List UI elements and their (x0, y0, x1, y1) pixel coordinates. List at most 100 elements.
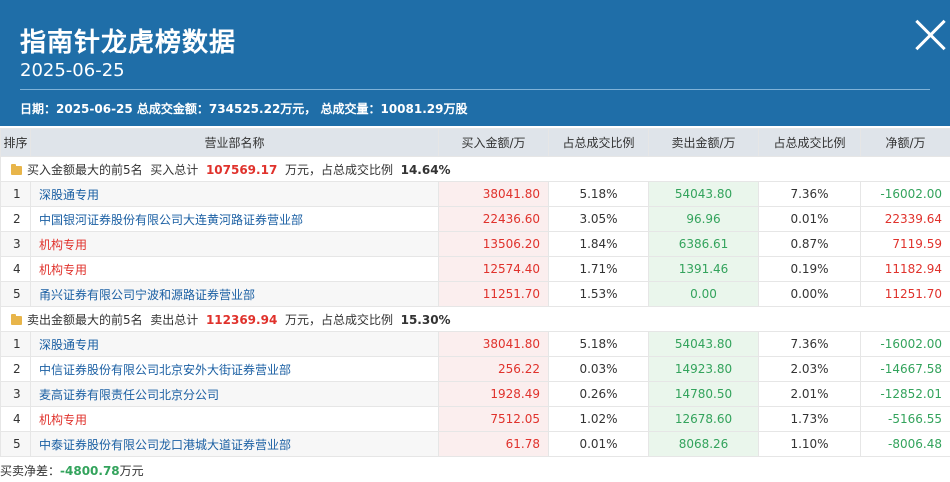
section-total: 112369.94 (205, 312, 278, 327)
folder-icon (11, 163, 22, 175)
buy-amount-cell: 12574.40 (438, 256, 549, 282)
branch-link[interactable]: 中泰证券股份有限公司龙口港城大道证券营业部 (30, 431, 439, 457)
table-row: 2 中信证券股份有限公司北京安外大街证券营业部 256.22 0.03% 14923.8… (0, 356, 950, 382)
buy-ratio-cell: 1.71% (548, 256, 649, 282)
section-label: 买入金额最大的前5名 (27, 162, 143, 177)
table-row: 4 机构专用 12574.40 1.71% 1391.46 0.19% 11182.94 (0, 256, 950, 282)
buy-ratio-cell: 0.26% (548, 381, 649, 407)
table-header: 排序 营业部名称 买入金额/万 占总成交比例 卖出金额/万 占总成交比例 净额/… (0, 128, 950, 157)
dragon-tiger-table: 排序 营业部名称 买入金额/万 占总成交比例 卖出金额/万 占总成交比例 净额/… (0, 128, 950, 457)
net-amount-cell: -8006.48 (860, 431, 950, 457)
table-row: 5 中泰证券股份有限公司龙口港城大道证券营业部 61.78 0.01% 8068.26 1… (0, 431, 950, 457)
page-title: 指南针龙虎榜数据 (20, 28, 237, 58)
sell-ratio-cell: 0.19% (758, 256, 861, 282)
folder-icon (11, 313, 22, 325)
branch-link[interactable]: 中国银河证券股份有限公司大连黄河路证券营业部 (30, 206, 439, 232)
section-total: 107569.17 (205, 162, 278, 177)
net-amount-cell: -16002.00 (860, 181, 950, 207)
sell-amount-cell: 1391.46 (648, 256, 759, 282)
net-amount-cell: 11251.70 (860, 281, 950, 307)
buy-amount-cell: 256.22 (438, 356, 549, 382)
sell-ratio-cell: 2.01% (758, 381, 861, 407)
net-amount-cell: -14667.58 (860, 356, 950, 382)
section-total-prefix: 卖出总计 (150, 312, 199, 327)
section-total-suffix: 万元，占总成交比例 (284, 312, 393, 327)
rank-cell: 2 (0, 356, 31, 382)
net-difference: 买卖净差：-4800.78万元 (0, 462, 144, 479)
branch-link[interactable]: 甬兴证券有限公司宁波和源路证券营业部 (30, 281, 439, 307)
section-ratio: 14.64% (400, 162, 451, 177)
net-difference-label: 买卖净差： (0, 464, 61, 478)
table-row: 3 机构专用 13506.20 1.84% 6386.61 0.87% 7119.59 (0, 231, 950, 257)
net-difference-unit: 万元 (119, 464, 144, 478)
branch-link[interactable]: 机构专用 (30, 231, 439, 257)
buy-ratio-cell: 5.18% (548, 181, 649, 207)
buy-amount-cell: 13506.20 (438, 231, 549, 257)
buy-ratio-cell: 0.03% (548, 356, 649, 382)
section-total-suffix: 万元，占总成交比例 (284, 162, 393, 177)
branch-link[interactable]: 中信证券股份有限公司北京安外大街证券营业部 (30, 356, 439, 382)
rank-cell: 2 (0, 206, 31, 232)
section-label: 卖出金额最大的前5名 (27, 312, 143, 327)
section-total-prefix: 买入总计 (150, 162, 199, 177)
buy-ratio-cell: 3.05% (548, 206, 649, 232)
col-rank: 排序 (0, 128, 31, 157)
buy-amount-cell: 38041.80 (438, 181, 549, 207)
rank-cell: 4 (0, 256, 31, 282)
sell-amount-cell: 12678.60 (648, 406, 759, 432)
rank-cell: 4 (0, 406, 31, 432)
branch-link[interactable]: 深股通专用 (30, 331, 439, 357)
net-amount-cell: 7119.59 (860, 231, 950, 257)
rank-cell: 3 (0, 381, 31, 407)
col-buy-amount: 买入金额/万 (438, 128, 549, 157)
branch-link[interactable]: 麦高证券有限责任公司北京分公司 (30, 381, 439, 407)
sell-ratio-cell: 7.36% (758, 181, 861, 207)
buy-amount-cell: 1928.49 (438, 381, 549, 407)
table-row: 1 深股通专用 38041.80 5.18% 54043.80 7.36% -16002.0… (0, 331, 950, 357)
section-title: 买入金额最大的前5名 买入总计 107569.17 万元，占总成交比例 14.6… (0, 156, 950, 182)
header-banner: 指南针龙虎榜数据 2025-06-25 日期：2025-06-25 总成交金额：… (0, 0, 950, 126)
col-net: 净额/万 (860, 128, 950, 157)
buy-section-header: 买入金额最大的前5名 买入总计 107569.17 万元，占总成交比例 14.6… (0, 156, 950, 182)
table-row: 4 机构专用 7512.05 1.02% 12678.60 1.73% -5166.55 (0, 406, 950, 432)
sell-amount-cell: 0.00 (648, 281, 759, 307)
col-sell-amount: 卖出金额/万 (648, 128, 759, 157)
header-divider (20, 89, 930, 90)
sell-ratio-cell: 1.10% (758, 431, 861, 457)
branch-link[interactable]: 机构专用 (30, 256, 439, 282)
sell-amount-cell: 14923.80 (648, 356, 759, 382)
sell-ratio-cell: 0.00% (758, 281, 861, 307)
buy-amount-cell: 22436.60 (438, 206, 549, 232)
table-row: 1 深股通专用 38041.80 5.18% 54043.80 7.36% -16002.0… (0, 181, 950, 207)
net-amount-cell: -16002.00 (860, 331, 950, 357)
table-row: 2 中国银河证券股份有限公司大连黄河路证券营业部 22436.60 3.05% 96.9… (0, 206, 950, 232)
buy-ratio-cell: 1.84% (548, 231, 649, 257)
rank-cell: 3 (0, 231, 31, 257)
sell-ratio-cell: 2.03% (758, 356, 861, 382)
close-icon[interactable] (914, 18, 948, 52)
branch-link[interactable]: 机构专用 (30, 406, 439, 432)
sell-amount-cell: 6386.61 (648, 231, 759, 257)
rank-cell: 1 (0, 331, 31, 357)
buy-ratio-cell: 1.53% (548, 281, 649, 307)
sell-ratio-cell: 7.36% (758, 331, 861, 357)
sell-section-header: 卖出金额最大的前5名 卖出总计 112369.94 万元，占总成交比例 15.3… (0, 306, 950, 332)
buy-ratio-cell: 5.18% (548, 331, 649, 357)
sell-ratio-cell: 0.87% (758, 231, 861, 257)
buy-ratio-cell: 0.01% (548, 431, 649, 457)
section-title: 卖出金额最大的前5名 卖出总计 112369.94 万元，占总成交比例 15.3… (0, 306, 950, 332)
section-ratio: 15.30% (400, 312, 451, 327)
page-date: 2025-06-25 (20, 60, 125, 81)
sell-amount-cell: 54043.80 (648, 181, 759, 207)
net-amount-cell: 11182.94 (860, 256, 950, 282)
rank-cell: 5 (0, 281, 31, 307)
sell-amount-cell: 96.96 (648, 206, 759, 232)
net-difference-value: -4800.78 (60, 464, 120, 478)
branch-link[interactable]: 深股通专用 (30, 181, 439, 207)
buy-amount-cell: 7512.05 (438, 406, 549, 432)
sell-amount-cell: 8068.26 (648, 431, 759, 457)
trade-summary: 日期：2025-06-25 总成交金额：734525.22万元， 总成交量：10… (20, 102, 468, 116)
table-row: 5 甬兴证券有限公司宁波和源路证券营业部 11251.70 1.53% 0.00 0.00… (0, 281, 950, 307)
buy-amount-cell: 38041.80 (438, 331, 549, 357)
sell-amount-cell: 14780.50 (648, 381, 759, 407)
